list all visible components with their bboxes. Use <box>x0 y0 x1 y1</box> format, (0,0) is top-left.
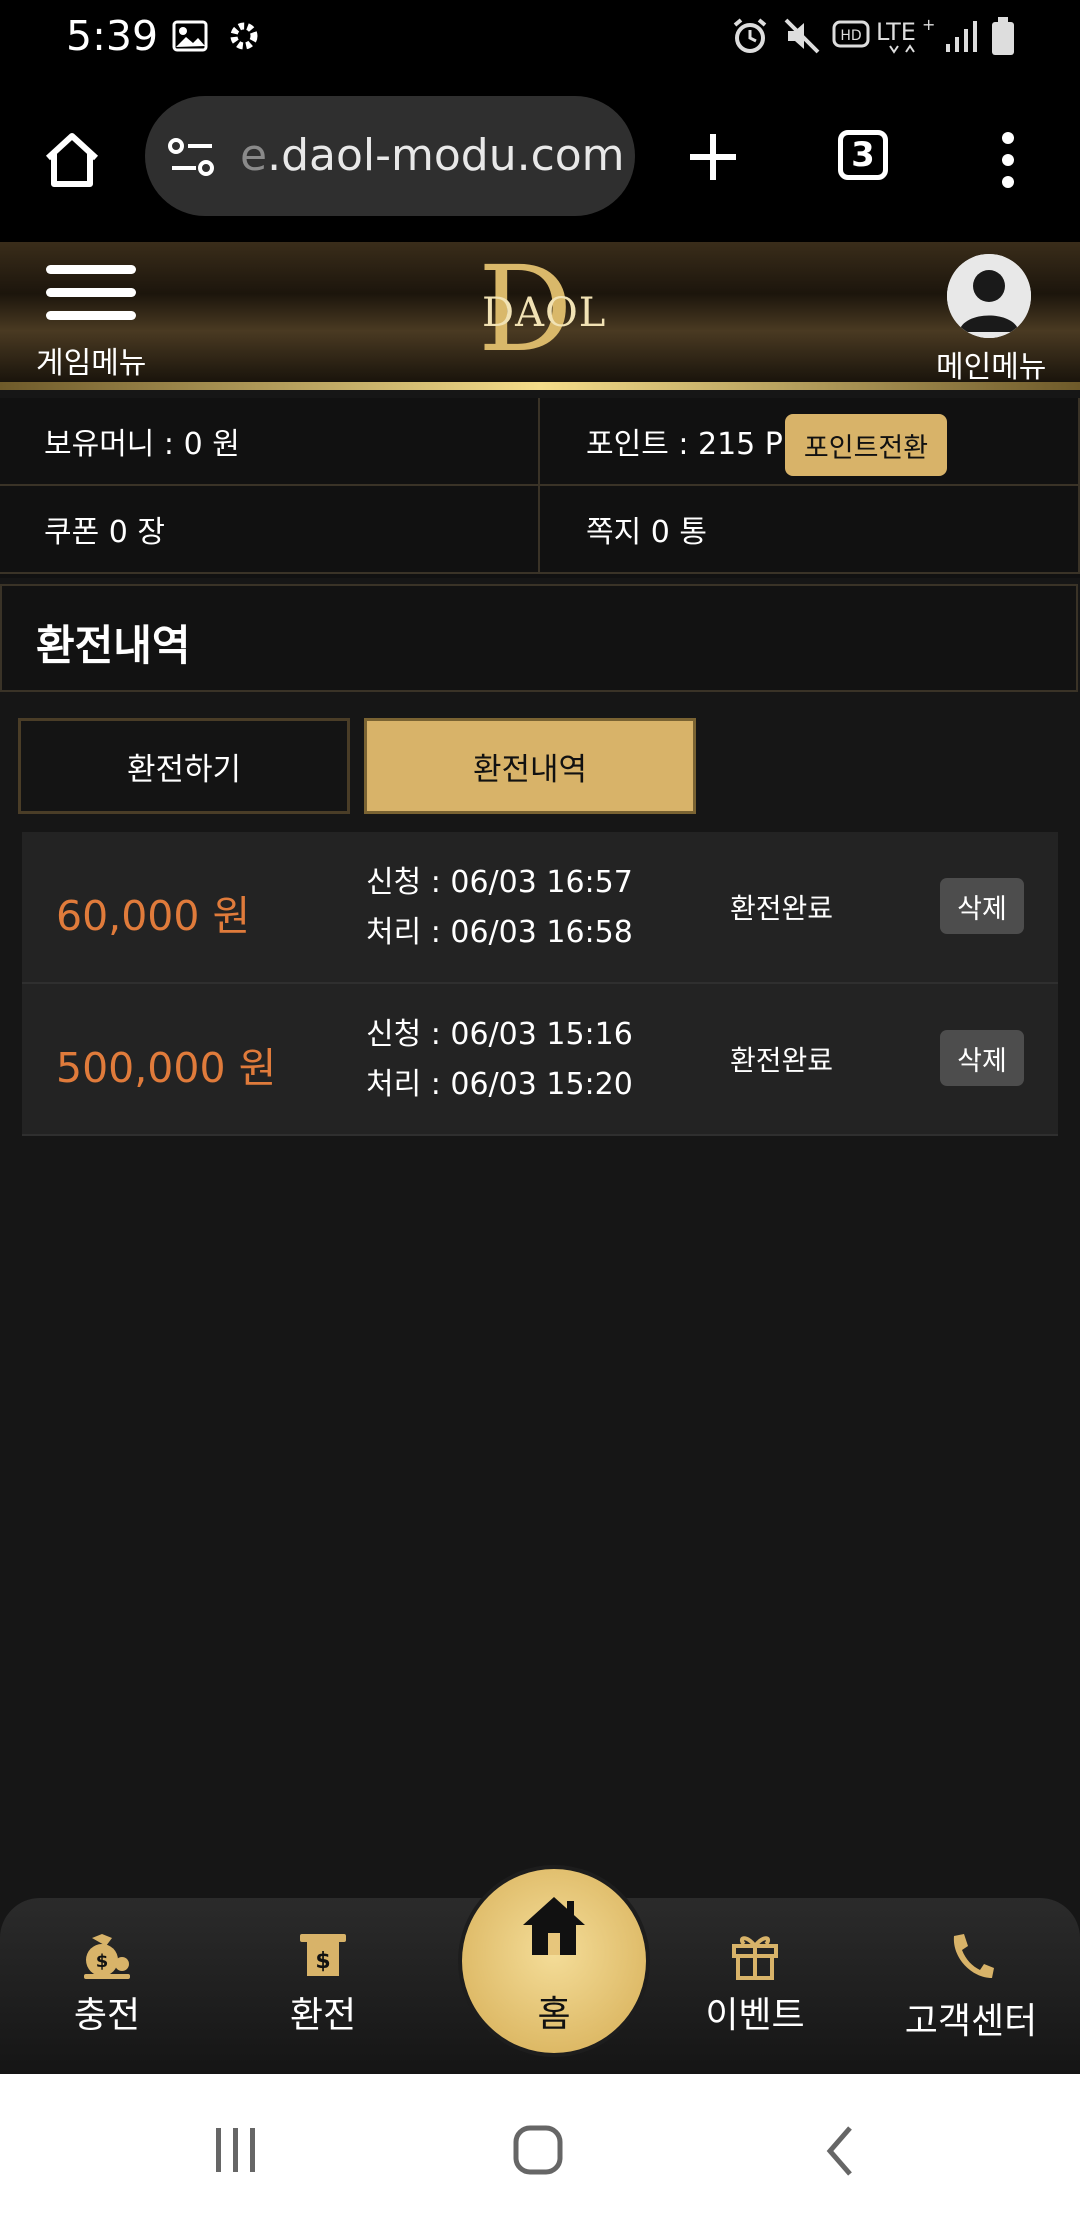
logo-text: DAOL <box>482 290 607 336</box>
hd-voice-icon: HD <box>832 16 872 56</box>
tab-switcher-button[interactable]: 3 <box>838 130 888 180</box>
recent-apps-icon[interactable] <box>212 2126 260 2174</box>
nav-home-label: 홈 <box>537 1994 571 2035</box>
tab-exchange-history[interactable]: 환전내역 <box>364 718 696 814</box>
list-item: 60,000 원 신청 : 06/03 16:57 처리 : 06/03 16:… <box>22 832 1058 984</box>
request-time: 신청 : 06/03 16:57 <box>366 865 633 900</box>
withdraw-amount: 60,000 원 <box>56 892 251 940</box>
page-title: 환전내역 <box>36 621 191 670</box>
message-cell[interactable]: 쪽지 0 통 <box>540 486 1080 574</box>
tab-exchange[interactable]: 환전하기 <box>18 718 350 814</box>
point-label: 포인트 : 215 P <box>586 427 783 462</box>
back-icon[interactable] <box>822 2124 858 2178</box>
status-time: 5:39 <box>66 12 159 60</box>
site-settings-icon[interactable] <box>168 136 218 180</box>
svg-text:$: $ <box>96 1951 109 1972</box>
system-home-icon[interactable] <box>512 2124 564 2176</box>
settings-gear-icon <box>224 16 264 56</box>
processed-time: 처리 : 06/03 16:58 <box>366 915 633 950</box>
nav-event-label: 이벤트 <box>705 1995 805 2036</box>
coupon-label: 쿠폰 0 장 <box>44 515 165 550</box>
delete-button[interactable]: 삭제 <box>940 878 1024 934</box>
home-icon[interactable] <box>40 128 104 192</box>
battery-icon <box>986 16 1020 56</box>
nav-exchange-label: 환전 <box>289 1995 357 2036</box>
signal-icon <box>942 16 982 56</box>
svg-text:$: $ <box>315 1949 330 1974</box>
coupon-cell: 쿠폰 0 장 <box>0 486 540 574</box>
processed-time: 처리 : 06/03 15:20 <box>366 1067 633 1102</box>
money-bag-icon: $ <box>84 1934 130 1979</box>
nav-support[interactable]: 고객센터 <box>896 1930 1046 2050</box>
withdraw-atm-icon: $ <box>300 1934 346 1976</box>
more-menu-icon[interactable] <box>996 128 1020 192</box>
svg-text:HD: HD <box>840 28 861 44</box>
status-badge: 환전완료 <box>730 1044 834 1077</box>
hamburger-menu-icon[interactable] <box>46 265 136 321</box>
status-badge: 환전완료 <box>730 892 834 925</box>
withdraw-amount: 500,000 원 <box>56 1044 277 1092</box>
svg-text:+: + <box>922 16 935 34</box>
lte-icon: LTE + <box>876 16 936 56</box>
gift-icon <box>732 1936 778 1980</box>
request-time: 신청 : 06/03 15:16 <box>366 1017 633 1052</box>
alarm-icon <box>728 16 772 56</box>
withdraw-times: 신청 : 06/03 16:57 처리 : 06/03 16:58 <box>366 858 633 958</box>
nav-charge[interactable]: $ 충전 <box>32 1930 182 2050</box>
money-label: 보유머니 : 0 원 <box>44 427 240 462</box>
main-menu-label[interactable]: 메인메뉴 <box>936 342 1046 386</box>
point-convert-button[interactable]: 포인트전환 <box>785 414 947 476</box>
nav-exchange[interactable]: $ 환전 <box>248 1930 398 2050</box>
svg-text:LTE: LTE <box>876 18 916 46</box>
new-tab-plus-icon[interactable] <box>686 130 740 184</box>
phone-icon <box>953 1934 994 1978</box>
url-domain: .daol-modu.com <box>267 130 625 181</box>
nav-charge-label: 충전 <box>73 1995 141 2036</box>
user-avatar-icon[interactable] <box>947 254 1031 338</box>
nav-event[interactable]: 이벤트 <box>680 1930 830 2050</box>
game-menu-label[interactable]: 게임메뉴 <box>36 338 146 382</box>
nav-support-label: 고객센터 <box>904 2001 1038 2042</box>
withdraw-times: 신청 : 06/03 15:16 처리 : 06/03 15:20 <box>366 1010 633 1110</box>
list-item: 500,000 원 신청 : 06/03 15:16 처리 : 06/03 15… <box>22 984 1058 1136</box>
delete-button[interactable]: 삭제 <box>940 1030 1024 1086</box>
url-text[interactable]: e.daol-modu.com <box>240 130 625 181</box>
gallery-icon <box>170 16 210 56</box>
home-house-icon <box>523 1897 585 1955</box>
nav-home-button[interactable]: 홈 <box>458 1865 650 2057</box>
url-faded-part: e <box>240 130 268 181</box>
header-gold-line <box>0 382 1080 390</box>
mute-icon <box>780 16 824 56</box>
message-label[interactable]: 쪽지 0 통 <box>586 507 707 551</box>
money-cell: 보유머니 : 0 원 <box>0 398 540 486</box>
